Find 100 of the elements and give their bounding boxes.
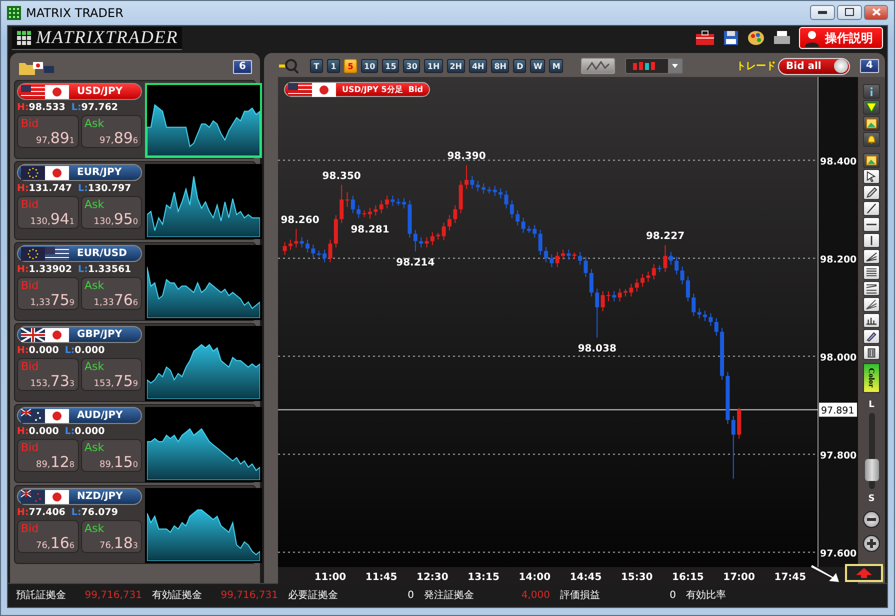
bell-button[interactable] [863, 132, 880, 147]
currency-pair-button[interactable]: USD/JPY [17, 83, 142, 100]
bid-button[interactable]: Bid 97,891 [17, 115, 78, 148]
save-icon[interactable] [723, 30, 739, 46]
candlestick [282, 242, 287, 256]
minimize-button[interactable] [810, 4, 835, 20]
bid-button[interactable]: Bid 153,733 [17, 358, 78, 391]
timeframe-tab[interactable]: 15 [382, 59, 400, 73]
scroll-up-button[interactable] [845, 564, 883, 582]
price-axis-label: 98.200 [820, 254, 857, 266]
pencil-icon [865, 187, 878, 198]
candlestick [385, 195, 390, 209]
high-price: H:1.33902 [17, 264, 72, 275]
candlestick [584, 256, 588, 278]
timeframe-tab[interactable]: 30 [403, 59, 420, 73]
timeframe-tab[interactable]: 10 [361, 59, 378, 73]
currency-pair-button[interactable]: AUD/JPY [17, 407, 142, 424]
timeframe-tab[interactable]: M [549, 59, 564, 73]
close-button[interactable] [864, 4, 888, 20]
timeframe-tab[interactable]: 4H [468, 59, 488, 73]
low-price: L:1.33561 [78, 264, 132, 275]
color-button[interactable]: Color [863, 363, 880, 393]
picture-button[interactable] [863, 116, 880, 131]
timeframe-tab[interactable]: W [530, 59, 546, 73]
currency-pair-button[interactable]: EUR/JPY [17, 164, 142, 181]
cursor-button[interactable] [863, 169, 880, 184]
ask-button[interactable]: Ask 1,33766 [80, 277, 142, 310]
candlestick [300, 236, 304, 248]
candlestick [561, 248, 566, 260]
currency-pair-button[interactable]: NZD/JPY [17, 488, 142, 505]
timeframe-tab[interactable]: D [513, 59, 526, 73]
timeframe-tab[interactable]: 1 [327, 59, 340, 73]
maximize-button[interactable] [837, 4, 862, 20]
candlestick [697, 308, 702, 320]
chart-type-dropdown[interactable] [625, 58, 684, 74]
ask-button[interactable]: Ask 130,95 0 [80, 196, 142, 229]
warning-button[interactable] [863, 100, 880, 115]
ask-button[interactable]: Ask 153,759 [80, 358, 142, 391]
maximize-icon [845, 8, 854, 16]
bid-button[interactable]: Bid 1,33759 [17, 277, 78, 310]
fan-button[interactable] [863, 249, 880, 264]
caret-icon [668, 59, 682, 73]
bid-button[interactable]: Bid 130,941 [17, 196, 78, 229]
diagonal-line-button[interactable] [863, 201, 880, 216]
image-button[interactable] [863, 153, 880, 168]
trash-button[interactable] [863, 345, 880, 360]
candlestick [379, 200, 384, 214]
candlestick [453, 204, 458, 224]
ask-button[interactable]: Ask 97,896 [80, 115, 142, 148]
timeframe-tab[interactable]: 1H [424, 59, 443, 73]
printer-icon[interactable] [773, 30, 791, 46]
currency-pair-button[interactable]: GBP/JPY [17, 326, 142, 343]
candlestick [350, 195, 355, 214]
zoom-out-button[interactable] [863, 511, 880, 528]
account-label: 評価損益 [560, 588, 600, 602]
candlestick [714, 318, 718, 336]
help-button[interactable]: 操作説明 [799, 27, 883, 49]
toolbox-icon[interactable] [695, 30, 715, 46]
magnifier-icon[interactable] [278, 58, 300, 74]
vertical-line-button[interactable] [863, 233, 880, 248]
ask-button[interactable]: Ask 89,15 0 [80, 439, 142, 472]
palette-icon[interactable] [747, 30, 765, 46]
price-annotation: 98.214 [396, 257, 435, 268]
candlestick [504, 190, 508, 209]
bid-button[interactable]: Bid 89,12 8 [17, 439, 78, 472]
current-price-tag: 97.891 [819, 402, 857, 417]
timeframe-tab[interactable]: 2H [446, 59, 465, 73]
bid-button[interactable]: Bid 76,166 [17, 520, 78, 553]
timeframe-tab[interactable]: T [310, 59, 323, 73]
slider-thumb[interactable] [864, 458, 878, 481]
zoom-in-button[interactable] [863, 535, 880, 552]
candlestick [731, 416, 736, 480]
candlestick [589, 268, 594, 298]
chart-title-tag: USD/JPY 5分足 Bid [284, 82, 430, 97]
account-label: 有効証拠金 [152, 588, 202, 602]
bid-all-toggle[interactable]: Bid all [778, 58, 850, 74]
time-axis-label: 16:15 [672, 572, 704, 583]
horizontal-line-button[interactable] [863, 217, 880, 232]
picture-icon [865, 118, 878, 129]
pointer-arrow-icon [811, 563, 841, 583]
fan-lines-icon [865, 299, 878, 310]
info-button[interactable] [863, 84, 880, 99]
high-price: H:98.533 [17, 102, 66, 113]
low-price: L:0.000 [64, 426, 105, 437]
fan-lines-button[interactable] [863, 297, 880, 312]
pencil-button[interactable] [863, 185, 880, 200]
price-annotation: 98.227 [646, 231, 685, 242]
parallel-lines-button[interactable] [863, 265, 880, 280]
candlestick [686, 276, 690, 302]
bell-icon [865, 134, 878, 145]
ask-button[interactable]: Ask 76,183 [80, 520, 142, 553]
warning-icon [865, 102, 878, 113]
timeframe-tab[interactable]: 8H [491, 59, 510, 73]
indicator-button[interactable] [581, 58, 616, 74]
currency-pair-button[interactable]: EUR/USD [17, 245, 142, 262]
candlestick [663, 244, 668, 273]
channel-button[interactable] [863, 281, 880, 296]
eraser-icon [865, 331, 878, 342]
account-value: 4,000 [520, 590, 550, 600]
eraser-button[interactable] [863, 329, 880, 344]
